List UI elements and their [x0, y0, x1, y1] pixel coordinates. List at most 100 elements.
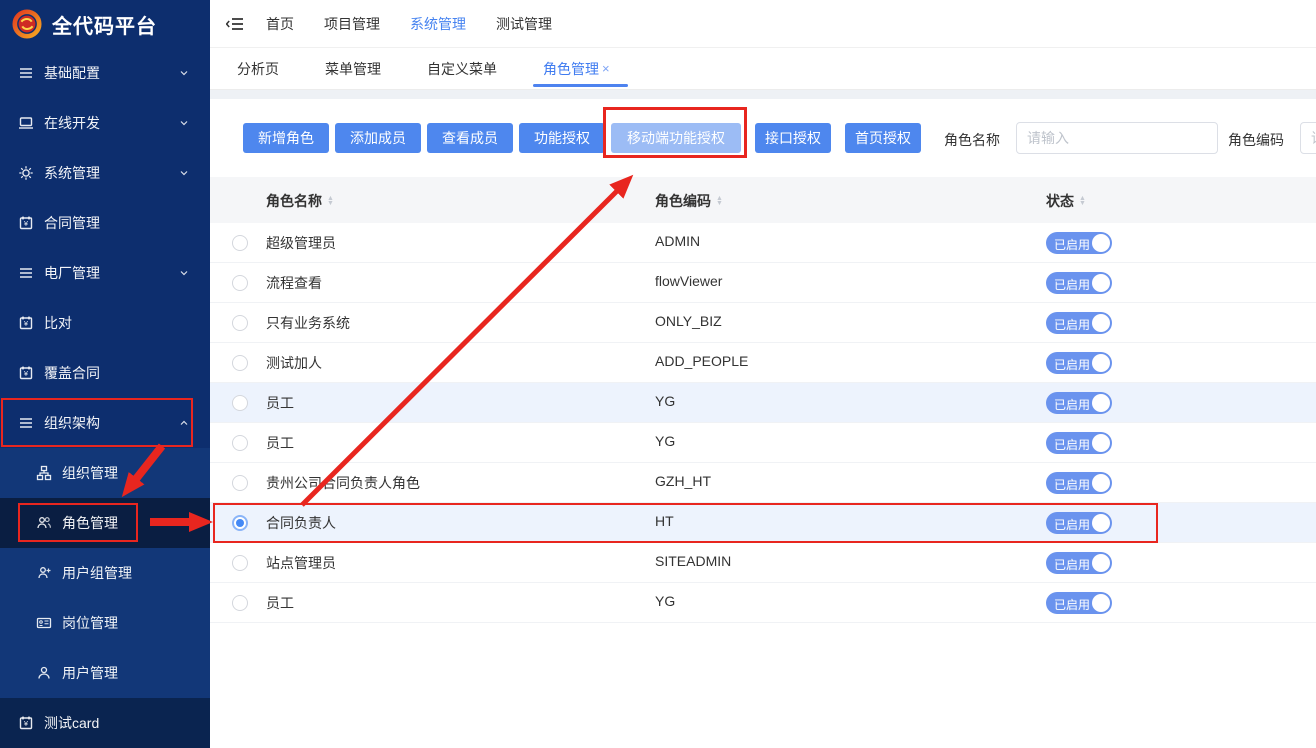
role-name: 超级管理员	[266, 233, 336, 253]
tab-custom-menu[interactable]: 自定义菜单	[423, 48, 501, 90]
nav-item-home[interactable]: 首页	[266, 14, 294, 34]
menu-icon	[18, 415, 34, 431]
sidebar-submenu-org: 组织管理 角色管理 用户组管理 岗位管理 用户管理	[0, 448, 210, 698]
table-row[interactable]: 贵州公司合同负责人角色 GZH_HT 已启用	[210, 463, 1316, 503]
role-code: SITEADMIN	[655, 553, 731, 569]
sidebar-item-position-mgmt[interactable]: 岗位管理	[0, 598, 210, 648]
status-label: 已启用	[1054, 236, 1090, 253]
role-code-filter-label: 角色编码	[1228, 130, 1284, 150]
sidebar-item-cover-contract[interactable]: ¥ 覆盖合同	[0, 348, 210, 398]
radio-button[interactable]	[232, 275, 248, 291]
function-auth-button[interactable]: 功能授权	[519, 123, 605, 153]
status-toggle[interactable]: 已启用	[1046, 352, 1112, 374]
toggle-knob	[1092, 314, 1110, 332]
radio-button-selected[interactable]	[232, 515, 248, 531]
toggle-knob	[1092, 554, 1110, 572]
sort-icon[interactable]: ▲▼	[327, 196, 334, 206]
sidebar-item-org-mgmt[interactable]: 组织管理	[0, 448, 210, 498]
sidebar-item-org-structure[interactable]: 组织架构	[0, 398, 210, 448]
status-toggle[interactable]: 已启用	[1046, 512, 1112, 534]
tab-analysis[interactable]: 分析页	[233, 48, 283, 90]
mobile-function-auth-button[interactable]: 移动端功能授权	[611, 123, 741, 153]
user-group-icon	[36, 565, 52, 581]
nav-item-system-mgmt[interactable]: 系统管理	[410, 14, 466, 34]
sidebar-item-role-mgmt[interactable]: 角色管理	[0, 498, 210, 548]
radio-button[interactable]	[232, 595, 248, 611]
status-toggle[interactable]: 已启用	[1046, 432, 1112, 454]
table-row[interactable]: 站点管理员 SITEADMIN 已启用	[210, 543, 1316, 583]
sort-icon[interactable]: ▲▼	[716, 196, 723, 206]
close-icon[interactable]: ×	[602, 61, 610, 76]
table-row-selected[interactable]: 合同负责人 HT 已启用	[210, 503, 1316, 543]
nav-item-test-mgmt[interactable]: 测试管理	[496, 14, 552, 34]
tab-role-mgmt[interactable]: 角色管理 ×	[539, 48, 614, 90]
radio-button[interactable]	[232, 435, 248, 451]
gear-icon	[18, 165, 34, 181]
sidebar-item-online-dev[interactable]: 在线开发	[0, 98, 210, 148]
status-toggle[interactable]: 已启用	[1046, 272, 1112, 294]
svg-text:¥: ¥	[24, 369, 29, 378]
user-icon	[36, 665, 52, 681]
column-header-role-name[interactable]: 角色名称 ▲▼	[266, 191, 334, 211]
contract-icon: ¥	[18, 215, 34, 231]
role-name-filter-input[interactable]	[1016, 122, 1218, 154]
table-row[interactable]: 员工 YG 已启用	[210, 423, 1316, 463]
tab-menu-mgmt[interactable]: 菜单管理	[321, 48, 385, 90]
collapse-sidebar-icon[interactable]	[226, 16, 244, 32]
sidebar-item-label: 用户管理	[62, 663, 118, 683]
sidebar-item-compare[interactable]: ¥ 比对	[0, 298, 210, 348]
radio-button[interactable]	[232, 555, 248, 571]
add-member-button[interactable]: 添加成员	[335, 123, 421, 153]
column-header-status[interactable]: 状态 ▲▼	[1046, 191, 1086, 211]
toggle-knob	[1092, 474, 1110, 492]
main-area: 首页 项目管理 系统管理 测试管理 分析页 菜单管理 自定义菜单 角色管理 × …	[210, 0, 1316, 734]
role-code: YG	[655, 393, 675, 409]
status-toggle[interactable]: 已启用	[1046, 392, 1112, 414]
api-auth-button[interactable]: 接口授权	[755, 123, 831, 153]
status-label: 已启用	[1054, 276, 1090, 293]
status-toggle[interactable]: 已启用	[1046, 472, 1112, 494]
status-toggle[interactable]: 已启用	[1046, 552, 1112, 574]
sidebar-item-label: 合同管理	[44, 213, 100, 233]
sidebar-item-system-mgmt[interactable]: 系统管理	[0, 148, 210, 198]
radio-button[interactable]	[232, 475, 248, 491]
table-row[interactable]: 测试加人 ADD_PEOPLE 已启用	[210, 343, 1316, 383]
sort-icon[interactable]: ▲▼	[1079, 196, 1086, 206]
table-row[interactable]: 流程查看 flowViewer 已启用	[210, 263, 1316, 303]
view-members-button[interactable]: 查看成员	[427, 123, 513, 153]
idcard-icon	[36, 615, 52, 631]
nav-item-project-mgmt[interactable]: 项目管理	[324, 14, 380, 34]
table-row[interactable]: 超级管理员 ADMIN 已启用	[210, 223, 1316, 263]
table-row[interactable]: 员工 YG 已启用	[210, 583, 1316, 623]
column-label: 状态	[1046, 191, 1074, 211]
sidebar-item-user-group-mgmt[interactable]: 用户组管理	[0, 548, 210, 598]
table-row[interactable]: 员工 YG 已启用	[210, 383, 1316, 423]
status-label: 已启用	[1054, 436, 1090, 453]
app-logo-icon	[12, 9, 42, 39]
sidebar-item-label: 比对	[44, 313, 72, 333]
column-label: 角色编码	[655, 191, 711, 211]
tab-bar: 分析页 菜单管理 自定义菜单 角色管理 ×	[210, 48, 1316, 90]
status-toggle[interactable]: 已启用	[1046, 312, 1112, 334]
toggle-knob	[1092, 354, 1110, 372]
status-label: 已启用	[1054, 396, 1090, 413]
sidebar-item-label: 在线开发	[44, 113, 100, 133]
role-code-filter-input[interactable]	[1300, 122, 1316, 154]
radio-button[interactable]	[232, 235, 248, 251]
status-toggle[interactable]: 已启用	[1046, 592, 1112, 614]
radio-button[interactable]	[232, 355, 248, 371]
add-role-button[interactable]: 新增角色	[243, 123, 329, 153]
homepage-auth-button[interactable]: 首页授权	[845, 123, 921, 153]
toggle-knob	[1092, 434, 1110, 452]
sidebar-item-plant-mgmt[interactable]: 电厂管理	[0, 248, 210, 298]
radio-button[interactable]	[232, 315, 248, 331]
sidebar-item-base-config[interactable]: 基础配置	[0, 48, 210, 98]
radio-button[interactable]	[232, 395, 248, 411]
status-toggle[interactable]: 已启用	[1046, 232, 1112, 254]
sidebar-item-test-card[interactable]: ¥ 测试card	[0, 698, 210, 748]
sidebar-item-user-mgmt[interactable]: 用户管理	[0, 648, 210, 698]
column-header-role-code[interactable]: 角色编码 ▲▼	[655, 191, 723, 211]
role-code: flowViewer	[655, 273, 722, 289]
table-row[interactable]: 只有业务系统 ONLY_BIZ 已启用	[210, 303, 1316, 343]
sidebar-item-contract-mgmt[interactable]: ¥ 合同管理	[0, 198, 210, 248]
